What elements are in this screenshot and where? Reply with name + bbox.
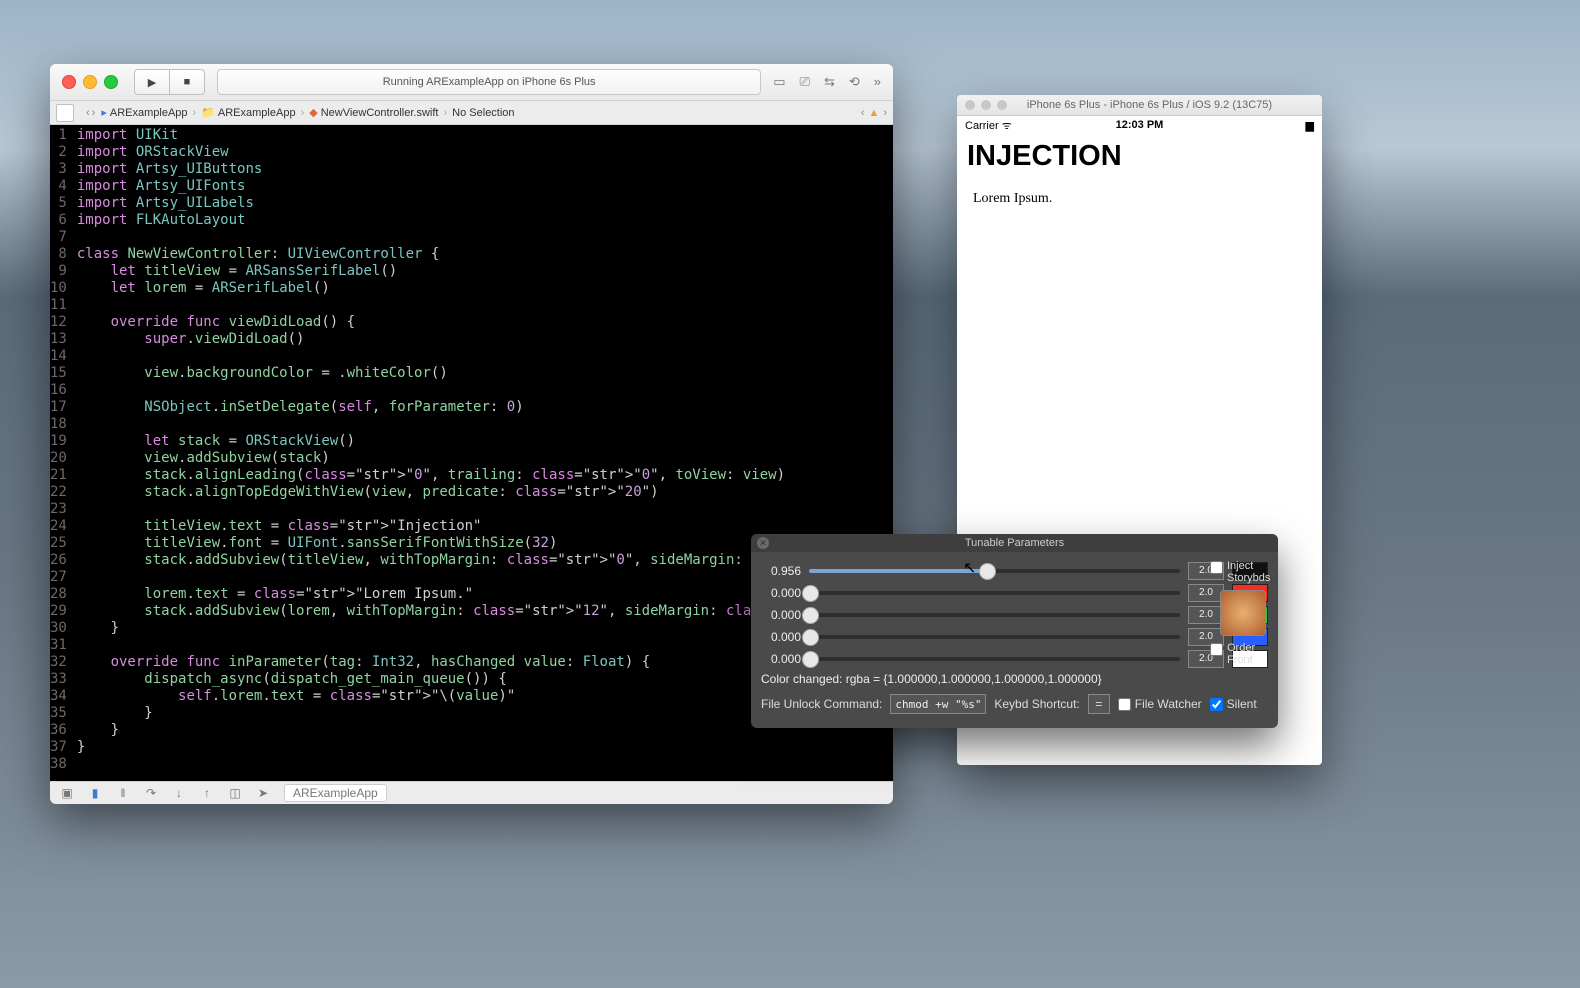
simulator-title: iPhone 6s Plus - iPhone 6s Plus / iOS 9.… xyxy=(1007,99,1322,111)
status-time: 12:03 PM xyxy=(1081,119,1197,131)
swift-file-icon: ◆ xyxy=(309,106,317,119)
slider-value: 0.000 xyxy=(761,630,801,644)
sim-close-icon[interactable] xyxy=(965,100,975,110)
slider-knob[interactable] xyxy=(802,607,819,624)
version-editor-icon[interactable]: ⟲ xyxy=(849,74,860,90)
crumb-selection[interactable]: No Selection xyxy=(452,107,514,119)
crumb-folder[interactable]: ARExampleApp xyxy=(218,107,296,119)
xcode-titlebar[interactable]: ▶ ■ Running ARExampleApp on iPhone 6s Pl… xyxy=(50,64,893,101)
step-over-icon[interactable]: ↷ xyxy=(144,786,158,800)
slider-knob[interactable] xyxy=(802,629,819,646)
unlock-label: File Unlock Command: xyxy=(761,697,882,711)
activity-status: Running ARExampleApp on iPhone 6s Plus xyxy=(217,69,761,95)
battery-icon: ▆ xyxy=(1306,120,1314,132)
slider-track[interactable] xyxy=(809,569,1180,573)
slider-row-1: 0.0002.0 xyxy=(761,582,1268,604)
app-title-label: INJECTION xyxy=(967,140,1312,173)
sim-minimize-icon[interactable] xyxy=(981,100,991,110)
slider-track[interactable] xyxy=(809,635,1180,639)
standard-editor-icon[interactable]: ▭ xyxy=(773,74,785,90)
related-items-icon[interactable] xyxy=(56,104,74,122)
slider-track[interactable] xyxy=(809,591,1180,595)
image-well[interactable] xyxy=(1220,590,1266,636)
wifi-icon: ᯤ xyxy=(1002,120,1012,132)
back-icon[interactable]: ‹ xyxy=(86,107,90,119)
tunable-parameters-panel[interactable]: ✕ Tunable Parameters 0.9562.00.0002.00.0… xyxy=(751,534,1278,728)
silent-checkbox[interactable]: Silent xyxy=(1210,697,1257,711)
overflow-icon[interactable]: » xyxy=(874,74,881,90)
simulator-titlebar[interactable]: iPhone 6s Plus - iPhone 6s Plus / iOS 9.… xyxy=(957,95,1322,116)
project-icon: ▸ xyxy=(101,106,107,119)
slider-track[interactable] xyxy=(809,657,1180,661)
panel-title-label: Tunable Parameters xyxy=(965,537,1064,549)
app-subtitle-label: Lorem Ipsum. xyxy=(967,191,1312,207)
slider-value: 0.000 xyxy=(761,652,801,666)
shortcut-key-input[interactable]: = xyxy=(1088,694,1110,714)
crumb-file[interactable]: NewViewController.swift xyxy=(321,107,439,119)
jump-back-icon[interactable]: ‹ xyxy=(861,107,865,119)
run-button[interactable]: ▶ xyxy=(134,69,170,95)
carrier-label: Carrier xyxy=(965,120,999,132)
slider-row-2: 0.0002.0 xyxy=(761,604,1268,626)
screenshot-icon[interactable]: ⎚ xyxy=(800,74,810,90)
step-out-icon[interactable]: ↑ xyxy=(200,786,214,800)
breakpoints-icon[interactable]: ▮ xyxy=(88,786,102,800)
close-icon[interactable] xyxy=(62,75,76,89)
jump-forward-icon[interactable]: › xyxy=(883,107,887,119)
slider-value: 0.956 xyxy=(761,564,801,578)
color-changed-message: Color changed: rgba = {1.000000,1.000000… xyxy=(751,670,1278,688)
slider-knob[interactable] xyxy=(979,563,996,580)
panel-titlebar[interactable]: ✕ Tunable Parameters xyxy=(751,534,1278,552)
slider-row-4: 0.0002.0 xyxy=(761,648,1268,670)
slider-value: 0.000 xyxy=(761,586,801,600)
panel-close-icon[interactable]: ✕ xyxy=(757,537,769,549)
pause-icon[interactable]: ‖ xyxy=(116,786,130,800)
slider-row-3: 0.0002.0 xyxy=(761,626,1268,648)
debug-bar[interactable]: ▣ ▮ ‖ ↷ ↓ ↑ ◫ ➤ ARExampleApp xyxy=(50,781,893,804)
jump-bar[interactable]: ‹› ▸ ARExampleApp › 📁 ARExampleApp › ◆ N… xyxy=(50,101,893,125)
line-gutter: 1 2 3 4 5 6 7 8 9 10 11 12 13 14 15 16 1… xyxy=(50,125,73,781)
inject-storyboards-checkbox[interactable]: Inject Storybds xyxy=(1210,560,1268,584)
app-content: INJECTION Lorem Ipsum. xyxy=(957,134,1322,213)
stop-button[interactable]: ■ xyxy=(170,69,205,95)
traffic-lights[interactable] xyxy=(50,75,118,89)
location-icon[interactable]: ➤ xyxy=(256,786,270,800)
assistant-editor-icon[interactable]: ⇆ xyxy=(824,74,835,90)
step-in-icon[interactable]: ↓ xyxy=(172,786,186,800)
minimize-icon[interactable] xyxy=(83,75,97,89)
order-front-checkbox[interactable]: Order Front xyxy=(1210,642,1268,666)
ios-status-bar: Carrier ᯤ 12:03 PM ▆ xyxy=(957,116,1322,134)
forward-icon[interactable]: › xyxy=(92,107,96,119)
shortcut-label: Keybd Shortcut: xyxy=(994,697,1079,711)
slider-row-0: 0.9562.0 xyxy=(761,560,1268,582)
warning-icon[interactable]: ▲ xyxy=(868,107,879,119)
zoom-icon[interactable] xyxy=(104,75,118,89)
file-watcher-checkbox[interactable]: File Watcher xyxy=(1118,697,1202,711)
sim-zoom-icon[interactable] xyxy=(997,100,1007,110)
folder-icon: 📁 xyxy=(201,106,215,119)
crumb-project[interactable]: ARExampleApp xyxy=(110,107,188,119)
desktop: ▶ ■ Running ARExampleApp on iPhone 6s Pl… xyxy=(0,0,1580,988)
slider-rows: 0.9562.00.0002.00.0002.00.0002.00.0002.0 xyxy=(751,552,1278,670)
debug-target[interactable]: ARExampleApp xyxy=(284,784,387,802)
unlock-command-input[interactable] xyxy=(890,694,986,714)
slider-track[interactable] xyxy=(809,613,1180,617)
slider-value: 0.000 xyxy=(761,608,801,622)
slider-knob[interactable] xyxy=(802,585,819,602)
view-debug-icon[interactable]: ◫ xyxy=(228,786,242,800)
hide-debug-icon[interactable]: ▣ xyxy=(60,786,74,800)
slider-knob[interactable] xyxy=(802,651,819,668)
